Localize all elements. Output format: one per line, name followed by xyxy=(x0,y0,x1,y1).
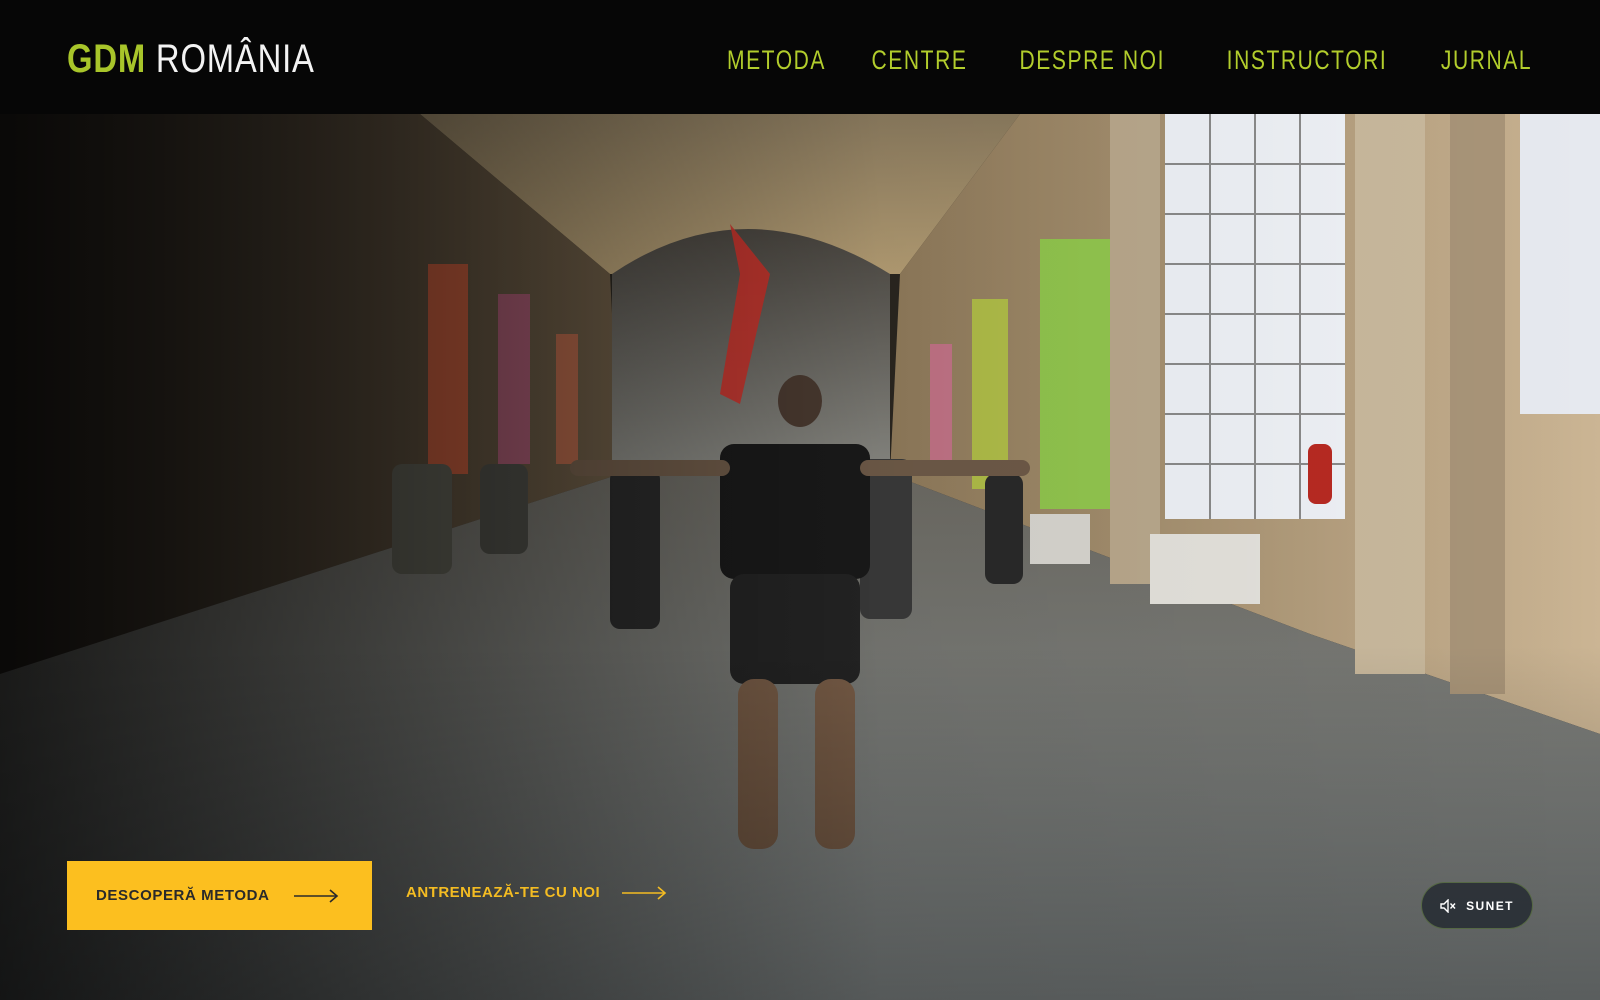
nav-despre-noi[interactable]: DESPRE NOI xyxy=(1020,45,1166,76)
train-with-us-label: ANTRENEAZĂ-TE CU NOI xyxy=(406,884,601,901)
logo-romania: ROMÂNIA xyxy=(155,36,315,81)
nav-metoda[interactable]: METODA xyxy=(727,45,826,76)
nav-centre[interactable]: CENTRE xyxy=(872,45,968,76)
train-with-us-link[interactable]: ANTRENEAZĂ-TE CU NOI xyxy=(406,884,668,901)
nav-instructori[interactable]: INSTRUCTORI xyxy=(1227,45,1388,76)
site-header: GDM ROMÂNIA METODA CENTRE DESPRE NOI INS… xyxy=(0,0,1600,114)
nav-jurnal[interactable]: JURNAL xyxy=(1441,45,1532,76)
sound-toggle-button[interactable]: SUNET xyxy=(1421,882,1533,929)
discover-method-label: DESCOPERĂ METODA xyxy=(96,887,270,904)
discover-method-button[interactable]: DESCOPERĂ METODA xyxy=(67,861,372,930)
speaker-muted-icon xyxy=(1440,898,1456,913)
logo[interactable]: GDM ROMÂNIA xyxy=(67,33,315,82)
logo-gdm: GDM xyxy=(67,36,146,81)
arrow-right-icon xyxy=(622,885,667,900)
sound-label: SUNET xyxy=(1466,898,1514,913)
main-nav: METODA CENTRE DESPRE NOI INSTRUCTORI JUR… xyxy=(725,39,1533,76)
arrow-right-icon xyxy=(294,889,339,903)
